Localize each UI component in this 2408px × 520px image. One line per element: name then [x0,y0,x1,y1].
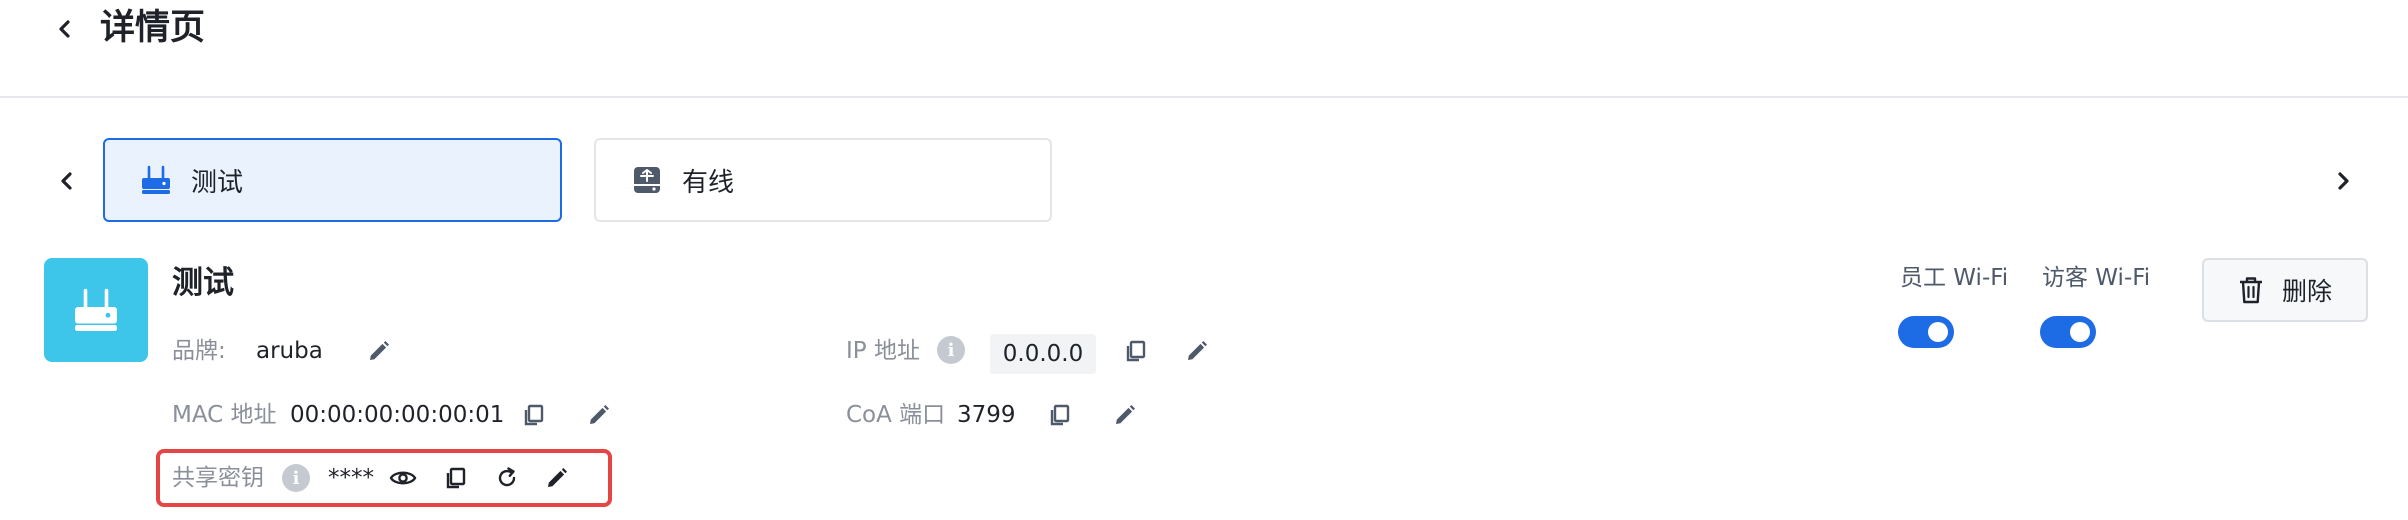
mac-label: MAC 地址 [172,402,277,428]
router-icon [75,288,117,331]
edit-secret-button[interactable] [542,463,572,493]
copy-icon [1126,340,1146,362]
device-name: 测试 [172,265,234,301]
chevron-right-icon [2338,172,2349,190]
coa-label: CoA 端口 [846,402,946,428]
pencil-icon [370,341,389,360]
refresh-icon [498,467,516,487]
pencil-icon [548,468,567,487]
page-title: 详情页 [100,8,206,48]
copy-icon [1050,404,1070,426]
coa-value: 3799 [957,402,1016,428]
pencil-icon [1116,405,1135,424]
chevron-left-icon [61,172,72,190]
guest-wifi-label: 访客 Wi-Fi [2042,265,2151,291]
staff-wifi-label: 员工 Wi-Fi [1900,265,2009,291]
router-icon [139,163,173,197]
edit-brand-button[interactable] [364,336,394,366]
eye-icon [389,471,417,485]
ip-value: 0.0.0.0 [990,334,1096,374]
guest-wifi-toggle[interactable] [2040,316,2096,348]
device-avatar [44,258,148,362]
delete-label: 删除 [2281,277,2332,306]
copy-coa-button[interactable] [1044,400,1074,430]
tabs-prev-button[interactable] [52,164,82,198]
copy-icon [446,467,466,489]
info-icon[interactable]: i [937,336,965,364]
reveal-secret-button[interactable] [388,463,418,493]
shared-secret-label: 共享密钥 [172,465,264,491]
copy-ip-button[interactable] [1120,336,1150,366]
delete-button[interactable]: 删除 [2202,258,2368,322]
switch-icon [630,163,664,197]
brand-value: aruba [256,338,323,364]
pencil-icon [590,405,609,424]
back-button[interactable] [50,12,80,46]
toggle-knob [2070,322,2090,342]
copy-secret-button[interactable] [440,463,470,493]
tab-test[interactable]: 测试 [103,138,562,222]
tabs-next-button[interactable] [2328,164,2358,198]
edit-mac-button[interactable] [584,400,614,430]
info-icon[interactable]: i [282,464,310,492]
brand-label: 品牌: [172,338,226,364]
regenerate-secret-button[interactable] [492,463,522,493]
copy-icon [524,404,544,426]
chevron-left-icon [59,20,70,38]
tab-label: 测试 [191,167,244,198]
toggle-knob [1928,322,1948,342]
pencil-icon [1188,341,1207,360]
tab-label: 有线 [682,167,735,198]
edit-coa-button[interactable] [1110,400,1140,430]
copy-mac-button[interactable] [518,400,548,430]
shared-secret-value: **** [328,465,374,491]
staff-wifi-toggle[interactable] [1898,316,1954,348]
mac-value: 00:00:00:00:00:01 [290,402,505,428]
trash-icon [2239,277,2262,304]
ip-label: IP 地址 [846,338,920,364]
tab-wired[interactable]: 有线 [594,138,1052,222]
edit-ip-button[interactable] [1182,336,1212,366]
page-header: 详情页 [0,0,2408,98]
